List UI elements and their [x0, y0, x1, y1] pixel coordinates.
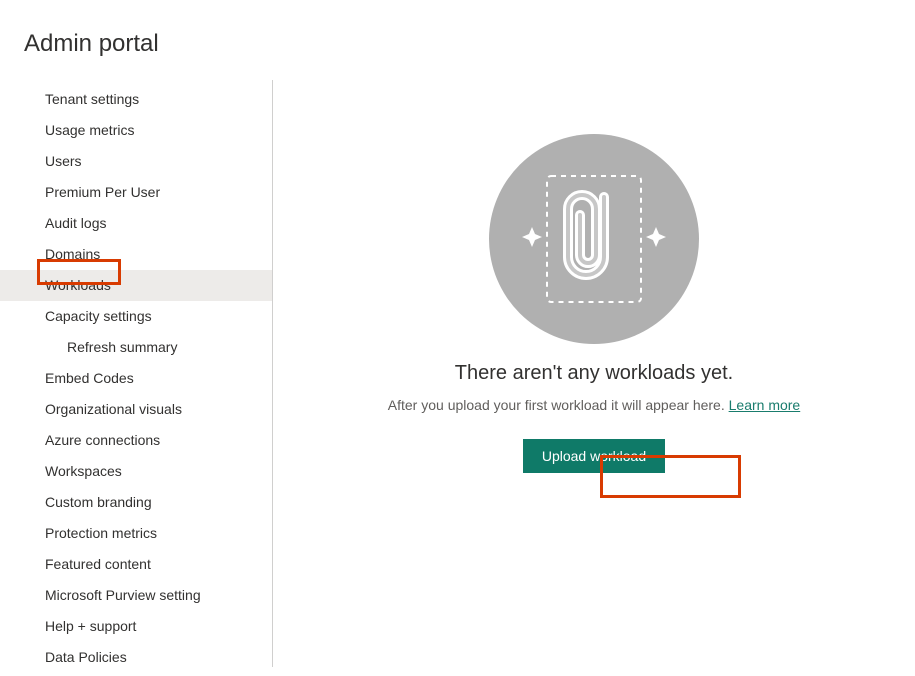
sidebar-item-data-policies[interactable]: Data Policies [0, 642, 273, 673]
sidebar-item-embed-codes[interactable]: Embed Codes [0, 363, 273, 394]
sidebar-item-help-support[interactable]: Help + support [0, 611, 273, 642]
sidebar-item-azure-connections[interactable]: Azure connections [0, 425, 273, 456]
sidebar-subitem-refresh-summary[interactable]: Refresh summary [0, 332, 273, 363]
sidebar-item-tenant-settings[interactable]: Tenant settings [0, 84, 273, 115]
sidebar-item-audit-logs[interactable]: Audit logs [0, 208, 273, 239]
sidebar-item-workloads[interactable]: Workloads [0, 270, 273, 301]
sidebar-item-custom-branding[interactable]: Custom branding [0, 487, 273, 518]
sidebar-item-featured-content[interactable]: Featured content [0, 549, 273, 580]
empty-workloads-illustration [489, 134, 699, 344]
sidebar-item-microsoft-purview-setting[interactable]: Microsoft Purview setting [0, 580, 273, 611]
learn-more-link[interactable]: Learn more [729, 397, 801, 413]
sidebar-item-workspaces[interactable]: Workspaces [0, 456, 273, 487]
sidebar-item-capacity-settings[interactable]: Capacity settings [0, 301, 273, 332]
sidebar-divider [272, 80, 273, 667]
empty-state-subtitle: After you upload your first workload it … [388, 397, 800, 413]
upload-workload-button[interactable]: Upload workload [523, 439, 665, 473]
sidebar-item-usage-metrics[interactable]: Usage metrics [0, 115, 273, 146]
main-content: There aren't any workloads yet. After yo… [273, 76, 915, 671]
sidebar-item-organizational-visuals[interactable]: Organizational visuals [0, 394, 273, 425]
page-title: Admin portal [0, 0, 915, 58]
sidebar-item-users[interactable]: Users [0, 146, 273, 177]
sidebar-item-domains[interactable]: Domains [0, 239, 273, 270]
sidebar-item-protection-metrics[interactable]: Protection metrics [0, 518, 273, 549]
sidebar-item-premium-per-user[interactable]: Premium Per User [0, 177, 273, 208]
layout: Tenant settings Usage metrics Users Prem… [0, 76, 915, 671]
empty-state-title: There aren't any workloads yet. [455, 362, 733, 385]
empty-state-subtitle-text: After you upload your first workload it … [388, 397, 729, 413]
sidebar: Tenant settings Usage metrics Users Prem… [0, 76, 273, 671]
